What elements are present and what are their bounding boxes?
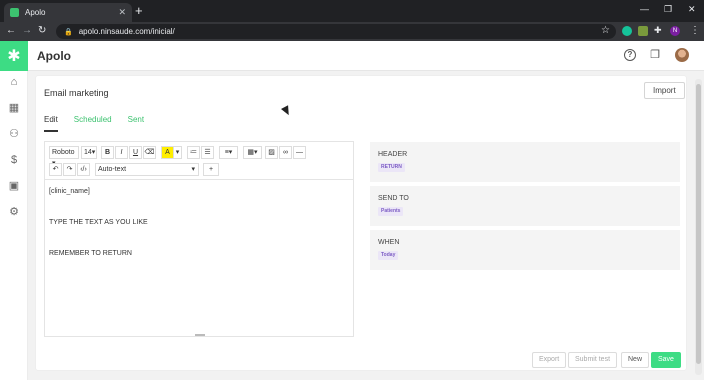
editor-resize-handle[interactable] [195, 334, 205, 336]
autotext-select[interactable]: Auto-text ▾ [95, 163, 199, 176]
align-icon[interactable]: ≡▾ [219, 146, 238, 159]
panel-badge: Patients [378, 207, 404, 216]
tab-sent[interactable]: Sent [128, 115, 144, 132]
editor-line [49, 233, 148, 249]
panel-title: WHEN [378, 239, 400, 246]
import-button[interactable]: Import [644, 82, 685, 99]
italic-icon[interactable]: I [115, 146, 128, 159]
export-button[interactable]: Export [532, 352, 567, 368]
highlight-dropdown-icon[interactable]: ▾ [174, 146, 182, 159]
editor-toolbar: Roboto ▾ 14▾ B I U ⌫ A ▾ ≔ ☰ ≡▾ ▦▾ ▨ ∞ —… [45, 142, 353, 180]
browser-toolbar: ← → ↻ 🔒 apolo.ninsaude.com/inicial/ ☆ ✚ … [0, 22, 704, 41]
apolo-logo-icon[interactable]: ✱ [0, 41, 28, 71]
reload-icon[interactable]: ↻ [38, 25, 46, 37]
panel-badge: RETURN [378, 163, 405, 172]
tabs: Edit Scheduled Sent [44, 115, 160, 132]
browser-tab-strip: Apolo ✕ + — ❐ ✕ [0, 0, 704, 22]
restore-window-icon[interactable]: ❐ [664, 4, 672, 15]
when-panel[interactable]: WHEN Today [370, 230, 680, 270]
extensions-puzzle-icon[interactable]: ✚ [654, 25, 664, 35]
new-tab-icon[interactable]: + [135, 4, 143, 18]
briefcase-icon[interactable]: ▣ [7, 179, 21, 193]
email-editor: Roboto ▾ 14▾ B I U ⌫ A ▾ ≔ ☰ ≡▾ ▦▾ ▨ ∞ —… [44, 141, 354, 337]
save-button[interactable]: Save [651, 352, 681, 368]
redo-icon[interactable]: ↷ [63, 163, 76, 176]
tab-scheduled[interactable]: Scheduled [74, 115, 112, 132]
user-avatar[interactable] [675, 48, 689, 62]
font-size-select[interactable]: 14▾ [81, 146, 97, 159]
editor-line: REMEMBER TO RETURN [49, 250, 132, 257]
dollar-icon[interactable]: $ [7, 153, 21, 167]
extension-icon[interactable] [638, 26, 648, 36]
header-panel[interactable]: HEADER RETURN [370, 142, 680, 182]
image-icon[interactable]: ▨ [265, 146, 278, 159]
scrollbar-thumb[interactable] [696, 84, 701, 364]
horizontal-rule-icon[interactable]: — [293, 146, 306, 159]
users-icon[interactable]: ⚇ [7, 127, 21, 141]
lock-icon: 🔒 [64, 28, 73, 36]
editor-content[interactable]: [clinic_name] TYPE THE TEXT AS YOU LIKE … [49, 186, 148, 264]
page-title: Email marketing [44, 88, 109, 98]
forward-icon[interactable]: → [22, 25, 32, 37]
close-window-icon[interactable]: ✕ [688, 4, 696, 15]
panel-badge: Today [378, 251, 399, 260]
main-content: Email marketing Import Edit Scheduled Se… [28, 71, 704, 380]
bookmark-star-icon[interactable]: ☆ [601, 25, 610, 36]
help-icon[interactable]: ? [624, 49, 636, 61]
panel-title: HEADER [378, 151, 408, 158]
back-icon[interactable]: ← [6, 25, 16, 37]
address-bar[interactable]: 🔒 apolo.ninsaude.com/inicial/ [56, 24, 616, 39]
browser-menu-icon[interactable]: ⋮ [690, 25, 700, 36]
new-button[interactable]: New [621, 352, 650, 368]
undo-icon[interactable]: ↶ [49, 163, 62, 176]
sidebar: ⌂ ▦ ⚇ $ ▣ ⚙ [0, 71, 28, 380]
close-tab-icon[interactable]: ✕ [118, 7, 126, 18]
email-marketing-card: Email marketing Import Edit Scheduled Se… [36, 76, 686, 370]
panel-title: SEND TO [378, 195, 409, 202]
eraser-icon[interactable]: ⌫ [143, 146, 156, 159]
editor-line: TYPE THE TEXT AS YOU LIKE [49, 219, 148, 226]
app-header: ✱ Apolo ? ❐ [0, 41, 704, 71]
link-icon[interactable]: ∞ [279, 146, 292, 159]
home-icon[interactable]: ⌂ [7, 75, 21, 89]
table-icon[interactable]: ▦▾ [243, 146, 262, 159]
chat-icon[interactable]: ❐ [649, 49, 661, 61]
profile-avatar[interactable]: N [670, 26, 680, 36]
editor-line: [clinic_name] [49, 188, 90, 195]
tab-edit[interactable]: Edit [44, 115, 58, 132]
apolo-favicon-icon [10, 8, 19, 17]
font-family-select[interactable]: Roboto ▾ [49, 146, 79, 167]
highlight-color-icon[interactable]: A [161, 146, 174, 159]
editor-line [49, 202, 148, 218]
grammarly-extension-icon[interactable] [622, 26, 632, 36]
bullet-list-icon[interactable]: ☰ [201, 146, 214, 159]
bold-icon[interactable]: B [101, 146, 114, 159]
submit-test-button[interactable]: Submit test [568, 352, 618, 368]
url-text: apolo.ninsaude.com/inicial/ [78, 27, 175, 36]
app-title: Apolo [37, 49, 71, 63]
underline-icon[interactable]: U [129, 146, 142, 159]
page-scrollbar[interactable] [695, 79, 702, 375]
gear-icon[interactable]: ⚙ [7, 205, 21, 219]
ordered-list-icon[interactable]: ≔ [187, 146, 200, 159]
calendar-icon[interactable]: ▦ [7, 101, 21, 115]
code-view-icon[interactable]: ‹/› [77, 163, 90, 176]
minimize-window-icon[interactable]: — [640, 4, 649, 14]
add-autotext-icon[interactable]: + [203, 163, 219, 176]
browser-tab[interactable]: Apolo ✕ [4, 3, 132, 22]
browser-tab-title: Apolo [25, 8, 46, 17]
send-to-panel[interactable]: SEND TO Patients [370, 186, 680, 226]
